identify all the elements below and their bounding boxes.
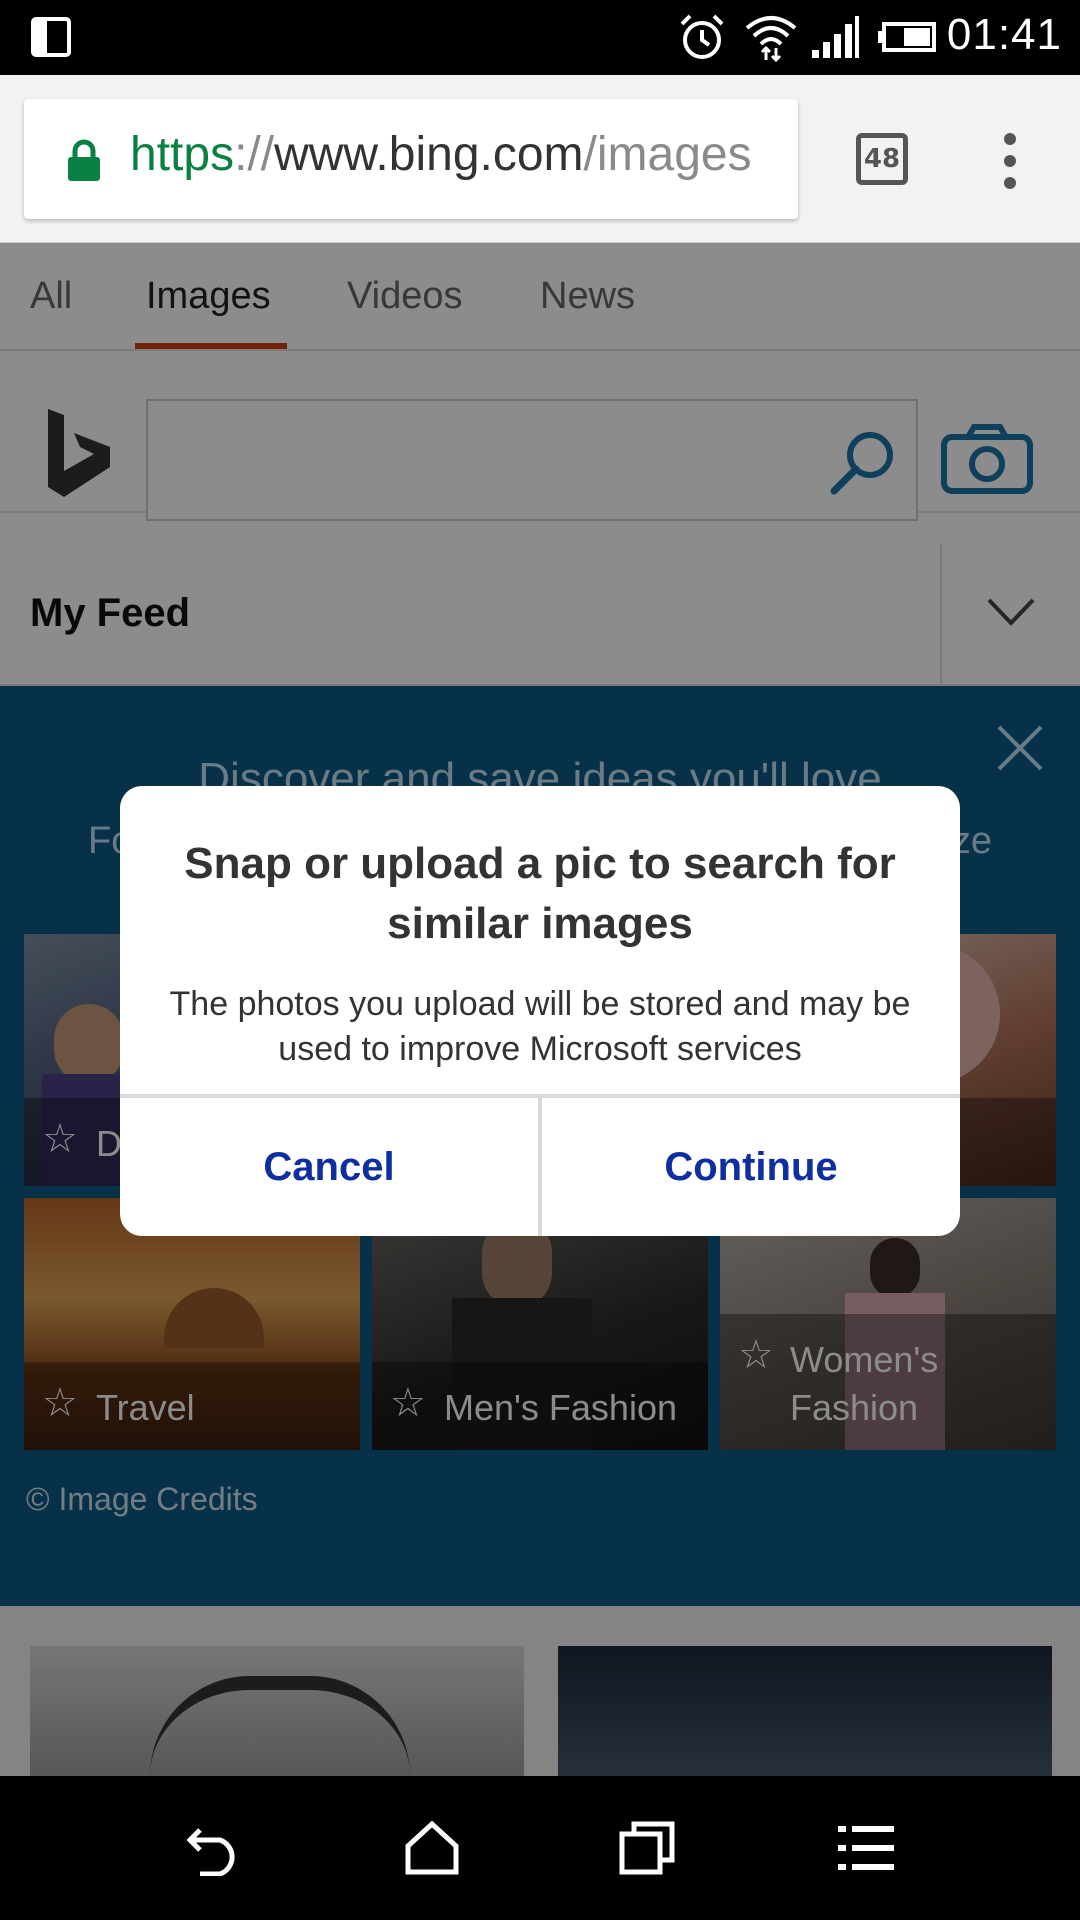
dialog-title: Snap or upload a pic to search for simil…: [184, 839, 896, 948]
clock: 01:41: [946, 10, 1062, 59]
browser-toolbar: https://www.bing.com/images 48: [0, 75, 1080, 243]
lock-icon: [68, 139, 100, 181]
address-bar[interactable]: https://www.bing.com/images: [24, 99, 798, 219]
cell-signal-icon: [812, 16, 859, 58]
status-bar: 01:41: [0, 0, 1080, 75]
alarm-icon: [680, 14, 724, 59]
recent-apps-icon[interactable]: [618, 1820, 678, 1876]
wifi-icon: [745, 16, 797, 62]
url-text[interactable]: https://www.bing.com/images: [130, 127, 798, 182]
back-icon[interactable]: [186, 1820, 246, 1876]
home-icon[interactable]: [402, 1820, 462, 1876]
url-scheme: https: [130, 128, 235, 181]
url-path: /images: [583, 128, 752, 181]
visual-search-consent-dialog: Snap or upload a pic to search for simil…: [120, 786, 960, 1236]
tab-switcher-button[interactable]: 48: [856, 133, 908, 185]
menu-icon[interactable]: [836, 1820, 896, 1876]
continue-button[interactable]: Continue: [542, 1098, 960, 1236]
system-nav-bar: [0, 1776, 1080, 1920]
url-host: www.bing.com: [274, 128, 584, 181]
dialog-message: The photos you upload will be stored and…: [169, 985, 911, 1068]
url-separator: ://: [234, 128, 275, 181]
overflow-menu-icon[interactable]: [998, 131, 1022, 191]
battery-icon: [878, 22, 936, 52]
screen-rotate-icon: [31, 17, 71, 57]
cancel-button[interactable]: Cancel: [120, 1098, 538, 1236]
